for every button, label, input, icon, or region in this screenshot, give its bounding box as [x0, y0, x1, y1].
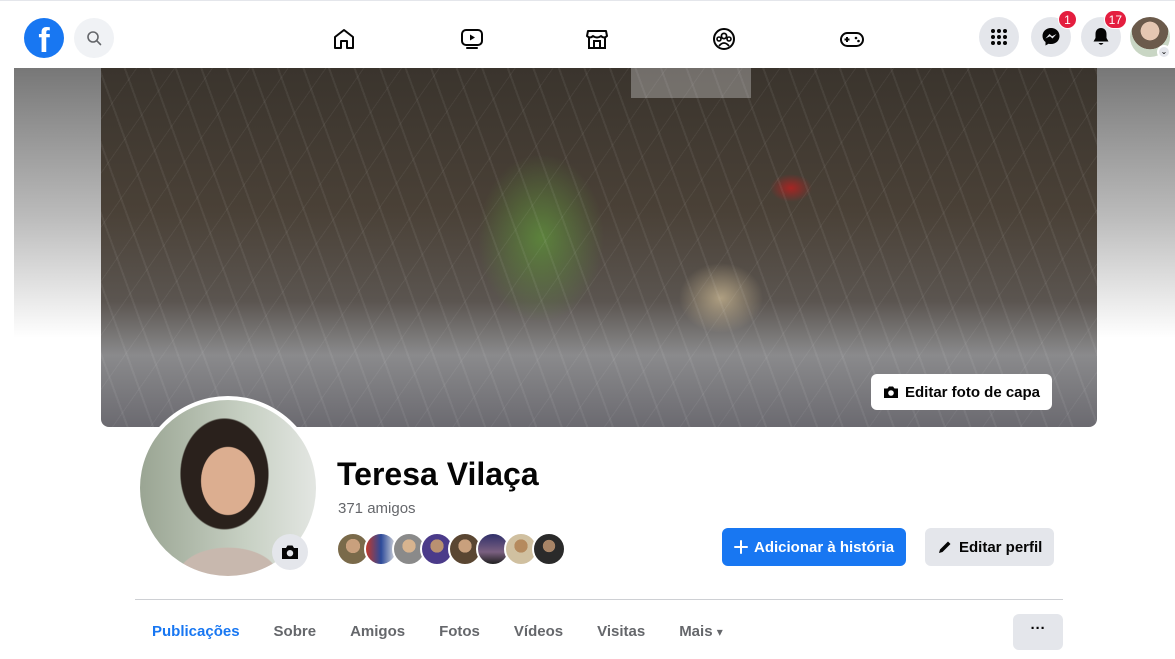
home-icon	[334, 29, 354, 49]
messenger-icon	[1042, 28, 1060, 46]
menu-button[interactable]	[979, 17, 1019, 57]
profile-name: Teresa Vilaça	[337, 456, 539, 492]
plus-icon	[734, 540, 748, 554]
profile-tabs: Publicações Sobre Amigos Fotos Vídeos Vi…	[135, 612, 740, 652]
camera-icon	[884, 386, 898, 398]
friend-avatar[interactable]	[532, 532, 566, 566]
tab-mais[interactable]: Mais ▾	[662, 612, 740, 652]
edit-cover-photo-button[interactable]: Editar foto de capa	[871, 374, 1053, 410]
nav-watch-tab[interactable]	[458, 25, 486, 53]
update-profile-picture-button[interactable]	[272, 534, 308, 570]
nav-gaming-tab[interactable]	[838, 25, 866, 53]
groups-icon	[713, 28, 735, 50]
edit-profile-button[interactable]: Editar perfil	[925, 528, 1055, 566]
messenger-button[interactable]: 1	[1031, 10, 1077, 57]
caret-down-icon: ▾	[716, 625, 723, 639]
tab-sobre[interactable]: Sobre	[257, 612, 334, 652]
facebook-logo-icon[interactable]: f	[24, 18, 64, 58]
tab-publicacoes[interactable]: Publicações	[135, 612, 257, 652]
gamepad-icon	[840, 32, 864, 47]
add-to-story-button[interactable]: Adicionar à história	[722, 528, 907, 566]
more-options-button[interactable]: ···	[1013, 614, 1063, 650]
notifications-badge: 17	[1103, 10, 1127, 29]
cover-photo: Editar foto de capa	[101, 68, 1097, 427]
bell-icon	[1093, 28, 1109, 45]
grid-menu-icon	[991, 29, 1007, 45]
notifications-button[interactable]: 17	[1081, 10, 1127, 57]
marketplace-icon	[586, 30, 608, 49]
tab-amigos[interactable]: Amigos	[333, 612, 422, 652]
chevron-down-icon[interactable]: ⌄	[1157, 45, 1171, 59]
pencil-icon	[939, 541, 951, 553]
edit-profile-label: Editar perfil	[959, 538, 1043, 556]
tab-videos[interactable]: Vídeos	[497, 612, 580, 652]
nav-home-tab[interactable]	[330, 25, 358, 53]
nav-groups-tab[interactable]	[710, 25, 738, 53]
camera-icon	[282, 545, 298, 559]
messenger-badge: 1	[1058, 10, 1077, 29]
tab-fotos[interactable]: Fotos	[422, 612, 497, 652]
tab-mais-label: Mais	[679, 623, 713, 640]
video-icon	[461, 29, 483, 49]
search-icon	[87, 31, 102, 46]
add-to-story-label: Adicionar à história	[754, 538, 895, 556]
top-navigation-bar: f 1 17 ⌄	[0, 0, 1175, 68]
tab-visitas[interactable]: Visitas	[580, 612, 662, 652]
edit-cover-photo-label: Editar foto de capa	[905, 383, 1041, 401]
profile-divider	[135, 599, 1063, 600]
search-button[interactable]	[74, 18, 114, 58]
friends-count[interactable]: 371 amigos	[338, 500, 416, 517]
nav-marketplace-tab[interactable]	[583, 25, 611, 53]
